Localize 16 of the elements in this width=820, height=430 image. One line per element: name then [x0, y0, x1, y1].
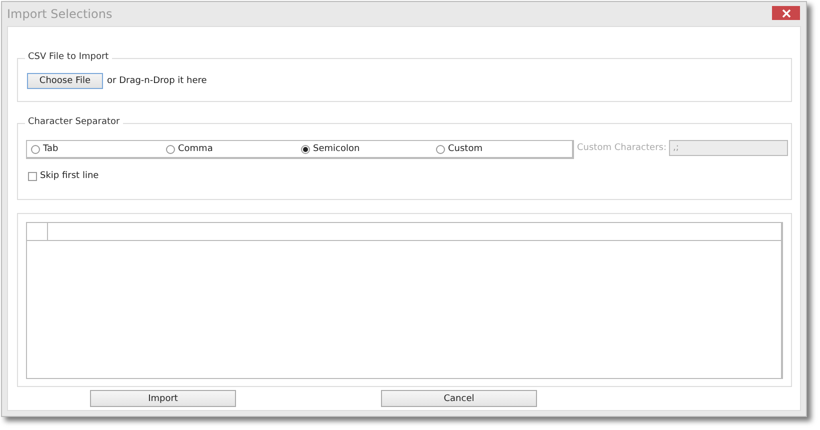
window-title: Import Selections — [7, 7, 112, 21]
group-legend: Character Separator — [25, 117, 123, 127]
checkbox[interactable] — [28, 172, 37, 180]
group-legend: CSV File to Import — [25, 52, 112, 62]
radio-option[interactable]: Comma — [166, 144, 301, 154]
close-icon — [782, 8, 790, 18]
radio-option[interactable]: Semicolon — [301, 144, 436, 154]
custom-characters-label: Custom Characters: — [577, 143, 668, 153]
radio-option[interactable]: Tab — [31, 144, 166, 154]
radio-option[interactable]: Custom — [436, 144, 571, 154]
choose-file-button[interactable]: Choose File — [27, 73, 103, 89]
close-button[interactable] — [772, 6, 800, 20]
drop-hint: or Drag-n-Drop it here — [107, 76, 207, 86]
import-button[interactable]: Import — [90, 390, 236, 407]
cancel-button[interactable]: Cancel — [381, 390, 537, 407]
checkbox-label: Skip first line — [40, 171, 99, 181]
